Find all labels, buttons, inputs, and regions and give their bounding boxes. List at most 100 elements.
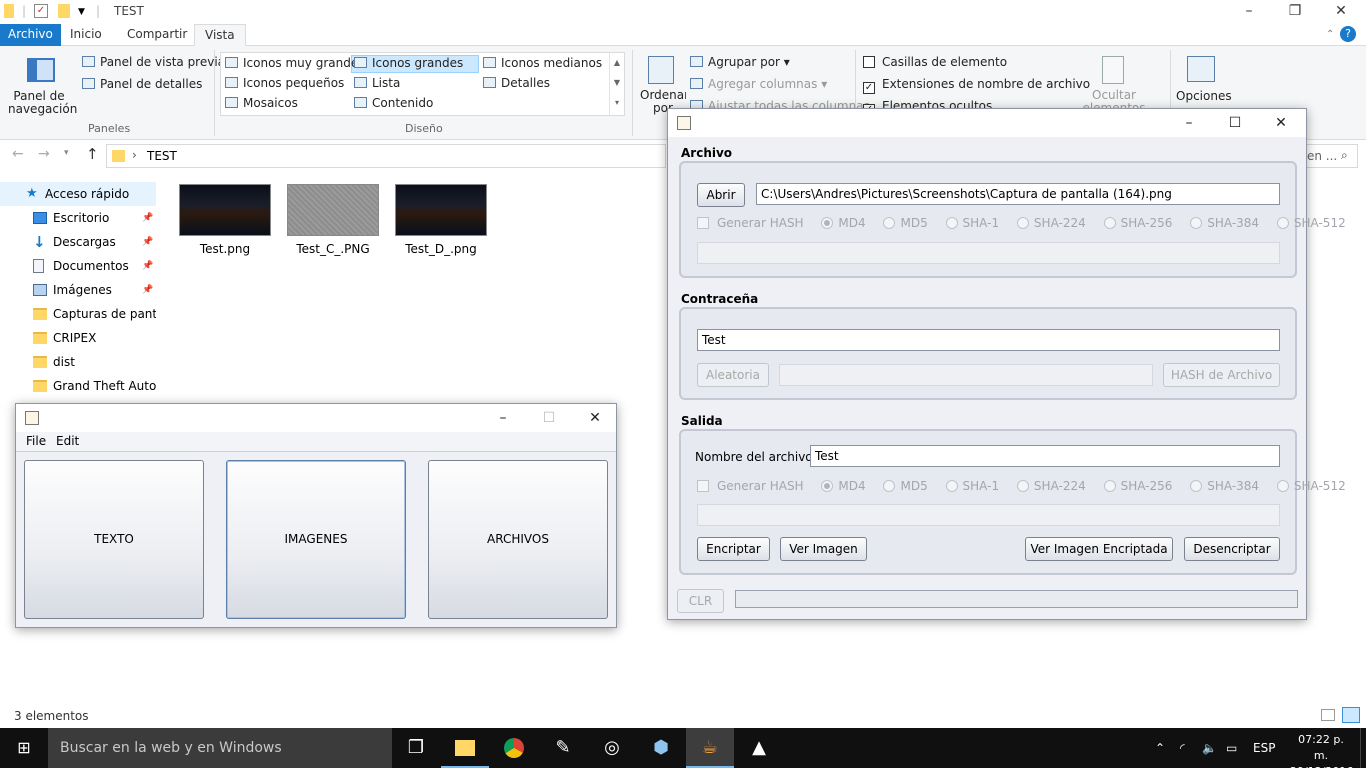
radio-sha512[interactable]: SHA-512 <box>1276 216 1346 230</box>
item-checkboxes-toggle[interactable]: Casillas de elemento <box>863 55 1007 69</box>
clear-button[interactable]: CLR <box>677 589 724 613</box>
nav-cripex[interactable]: CRIPEX <box>0 326 156 350</box>
radio[interactable] <box>1103 217 1116 229</box>
radio[interactable] <box>1276 217 1289 229</box>
radio[interactable] <box>1190 480 1203 492</box>
pin-icon[interactable]: 📌 <box>142 278 153 302</box>
radio[interactable] <box>1276 480 1289 492</box>
encrypt-button[interactable]: Encriptar <box>697 537 770 561</box>
menu-file[interactable]: File <box>26 434 46 448</box>
taskbar-search-input[interactable]: Buscar en la web y en Windows <box>48 728 392 768</box>
imagenes-button[interactable]: IMAGENES <box>226 460 406 619</box>
layout-details[interactable]: Detalles <box>483 76 550 90</box>
file-item[interactable]: Test_C_.PNG <box>283 180 383 256</box>
nav-escritorio[interactable]: Escritorio 📌 <box>0 206 156 230</box>
minimize-button[interactable]: – <box>480 404 526 432</box>
radio-md5[interactable]: MD5 <box>883 216 928 230</box>
radio-sha1[interactable]: SHA-1 <box>945 216 999 230</box>
details-pane-button[interactable]: Panel de detalles <box>82 77 202 91</box>
radio[interactable] <box>945 217 958 229</box>
new-folder-icon[interactable] <box>58 4 70 18</box>
chrome-icon[interactable] <box>490 728 538 768</box>
back-arrow-icon[interactable]: ← <box>12 146 24 162</box>
nav-dist[interactable]: dist <box>0 350 156 374</box>
file-explorer-taskbar-icon[interactable] <box>441 728 489 768</box>
output-filename-field[interactable]: Test <box>810 445 1280 467</box>
nav-descargas[interactable]: ↓ Descargas 📌 <box>0 230 156 254</box>
radio-sha256[interactable]: SHA-256 <box>1103 216 1172 230</box>
forward-arrow-icon[interactable]: → <box>38 146 50 162</box>
pin-icon[interactable]: 📌 <box>142 206 153 230</box>
show-desktop-button[interactable] <box>1360 728 1366 768</box>
add-columns-button[interactable]: Agregar columnas ▾ <box>690 77 827 91</box>
java-taskbar-icon[interactable]: ☕ <box>686 728 734 768</box>
preview-pane-button[interactable]: Panel de vista previa <box>82 55 225 69</box>
address-input[interactable]: › TEST <box>106 144 666 168</box>
breadcrumb-test[interactable]: TEST <box>147 149 177 163</box>
minimize-button[interactable]: – <box>1226 0 1272 24</box>
radio[interactable] <box>883 480 896 492</box>
pin-icon[interactable]: 📌 <box>142 254 153 278</box>
layout-list[interactable]: Lista <box>354 76 400 90</box>
properties-icon[interactable]: ✓ <box>34 4 48 18</box>
notifications-icon[interactable]: ▭ <box>1226 728 1237 768</box>
layout-extra-large-icons[interactable]: Iconos muy grandes <box>225 56 364 70</box>
radio[interactable] <box>1190 217 1203 229</box>
generate-hash-checkbox[interactable]: Generar HASH <box>697 479 804 493</box>
nav-imagenes[interactable]: Imágenes 📌 <box>0 278 156 302</box>
navigation-pane-button[interactable]: Panel de navegación <box>8 90 77 116</box>
radio-sha384[interactable]: SHA-384 <box>1190 479 1259 493</box>
tab-compartir[interactable]: Compartir <box>117 24 197 46</box>
radio-sha224[interactable]: SHA-224 <box>1016 216 1086 230</box>
decrypt-button[interactable]: Desencriptar <box>1184 537 1280 561</box>
options-button[interactable]: Opciones <box>1176 89 1232 103</box>
wifi-icon[interactable]: ◜ <box>1180 728 1185 768</box>
password-field[interactable]: Test <box>697 329 1280 351</box>
extensions-toggle[interactable]: ✓ Extensiones de nombre de archivo <box>863 77 1090 94</box>
archivos-button[interactable]: ARCHIVOS <box>428 460 608 619</box>
photos-app-icon[interactable]: ▲ <box>735 728 783 768</box>
group-by-button[interactable]: Agrupar por ▾ <box>690 55 790 69</box>
radio[interactable] <box>883 217 896 229</box>
radio[interactable] <box>1016 480 1029 492</box>
radio-selected[interactable] <box>821 480 834 492</box>
radio[interactable] <box>1016 217 1029 229</box>
recent-locations-icon[interactable]: ▾ <box>64 148 69 158</box>
close-button[interactable]: ✕ <box>1258 109 1304 137</box>
layout-medium-icons[interactable]: Iconos medianos <box>483 56 602 70</box>
radio-sha1[interactable]: SHA-1 <box>945 479 999 493</box>
minimize-button[interactable]: – <box>1166 109 1212 137</box>
view-image-button[interactable]: Ver Imagen <box>780 537 867 561</box>
view-encrypted-image-button[interactable]: Ver Imagen Encriptada <box>1025 537 1173 561</box>
pin-icon[interactable]: 📌 <box>142 230 153 254</box>
radio-sha256[interactable]: SHA-256 <box>1103 479 1172 493</box>
radio[interactable] <box>1103 480 1116 492</box>
layout-small-icons[interactable]: Iconos pequeños <box>225 76 344 90</box>
maximize-button[interactable]: ☐ <box>1212 109 1258 137</box>
file-item[interactable]: Test.png <box>175 180 275 256</box>
layout-tiles[interactable]: Mosaicos <box>225 96 298 110</box>
generate-hash-checkbox[interactable]: Generar HASH <box>697 216 804 230</box>
radio-selected[interactable] <box>821 217 834 229</box>
notepad-app-icon[interactable]: ✎ <box>539 728 587 768</box>
random-password-button[interactable]: Aleatoria <box>697 363 769 387</box>
task-view-icon[interactable]: ❐ <box>392 728 440 768</box>
nav-capturas[interactable]: Capturas de pantalla <box>0 302 156 326</box>
texto-button[interactable]: TEXTO <box>24 460 204 619</box>
large-icons-view-icon[interactable] <box>1342 707 1360 723</box>
nav-quick-access[interactable]: ★ Acceso rápido <box>0 182 156 206</box>
radio-md4[interactable]: MD4 <box>821 216 866 230</box>
search-input[interactable]: en ... ⌕ <box>1300 144 1358 168</box>
checkbox[interactable] <box>697 480 709 492</box>
maximize-button[interactable]: ☐ <box>526 404 572 432</box>
nav-gta-v[interactable]: Grand Theft Auto V <box>0 374 156 398</box>
radio-sha224[interactable]: SHA-224 <box>1016 479 1086 493</box>
virtualbox-icon[interactable]: ⬢ <box>637 728 685 768</box>
tab-archivo[interactable]: Archivo <box>0 24 61 46</box>
hash-file-button[interactable]: HASH de Archivo <box>1163 363 1280 387</box>
checkbox-checked[interactable]: ✓ <box>863 82 875 94</box>
tray-chevron-icon[interactable]: ⌃ <box>1155 728 1165 768</box>
close-button[interactable]: ✕ <box>1318 0 1364 24</box>
tab-inicio[interactable]: Inicio <box>60 24 112 46</box>
radio-sha512[interactable]: SHA-512 <box>1276 479 1346 493</box>
